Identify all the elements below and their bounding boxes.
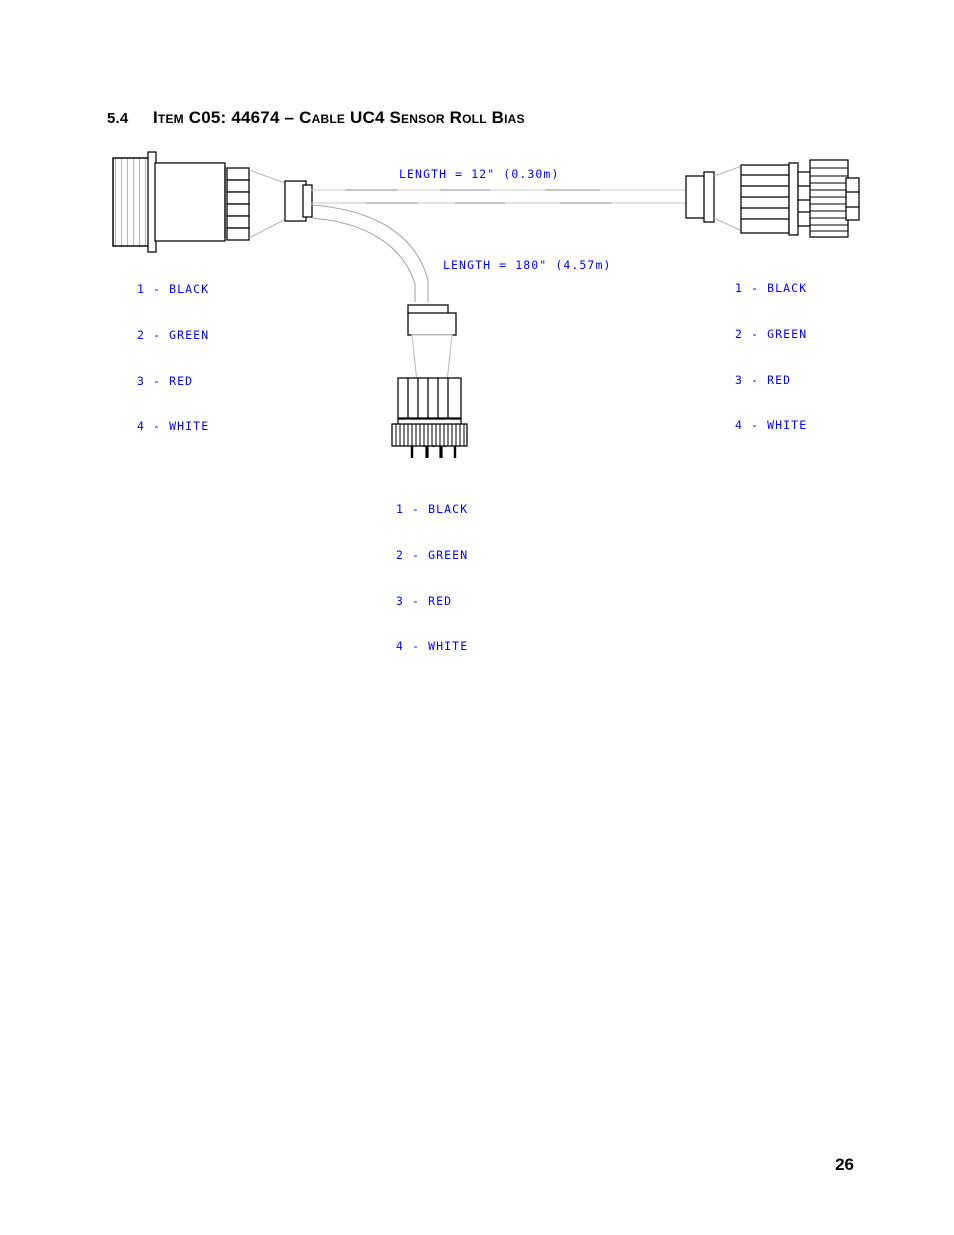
left-connector-pinout: 1 - BLACK 2 - GREEN 3 - RED 4 - WHITE: [137, 252, 209, 450]
branch-connector-graphic: [391, 304, 468, 458]
branch-cable: [310, 204, 429, 302]
cable-assembly-diagram: [112, 151, 860, 458]
pinout-line: 4 - WHITE: [396, 639, 469, 654]
trunk-length-label: LENGTH = 12" (0.30m): [399, 167, 560, 181]
trunk-cable: [311, 189, 688, 204]
pinout-line: 2 - GREEN: [396, 548, 469, 563]
pinout-line: 3 - RED: [735, 372, 792, 387]
page-number: 26: [835, 1155, 854, 1174]
branch-connector-pinout: 1 - BLACK 2 - GREEN 3 - RED 4 - WHITE: [396, 472, 468, 670]
right-connector-pinout: 1 - BLACK 2 - GREEN 3 - RED 4 - WHITE: [735, 251, 807, 449]
page-title: 5.4 Item C05: 44674 – Cable UC4 Sensor Ro…: [107, 108, 525, 128]
right-connector-graphic: [685, 159, 860, 238]
pinout-line: 4 - WHITE: [735, 418, 808, 433]
cable-junction-block: [284, 180, 313, 222]
pinout-line: 2 - GREEN: [735, 327, 808, 342]
pinout-line: 3 - RED: [137, 373, 194, 388]
pinout-line: 1 - BLACK: [735, 281, 808, 296]
pinout-line: 3 - RED: [396, 593, 453, 608]
trunk-cable-shading: [345, 189, 612, 204]
section-title: Item C05: 44674 – Cable UC4 Sensor Roll …: [153, 108, 525, 127]
left-connector-graphic: [112, 151, 289, 253]
pinout-line: 2 - GREEN: [137, 328, 210, 343]
section-number: 5.4: [107, 110, 129, 127]
pinout-line: 4 - WHITE: [137, 419, 210, 434]
pinout-line: 1 - BLACK: [396, 502, 469, 517]
pinout-line: 1 - BLACK: [137, 282, 210, 297]
branch-length-label: LENGTH = 180" (4.57m): [443, 258, 612, 272]
